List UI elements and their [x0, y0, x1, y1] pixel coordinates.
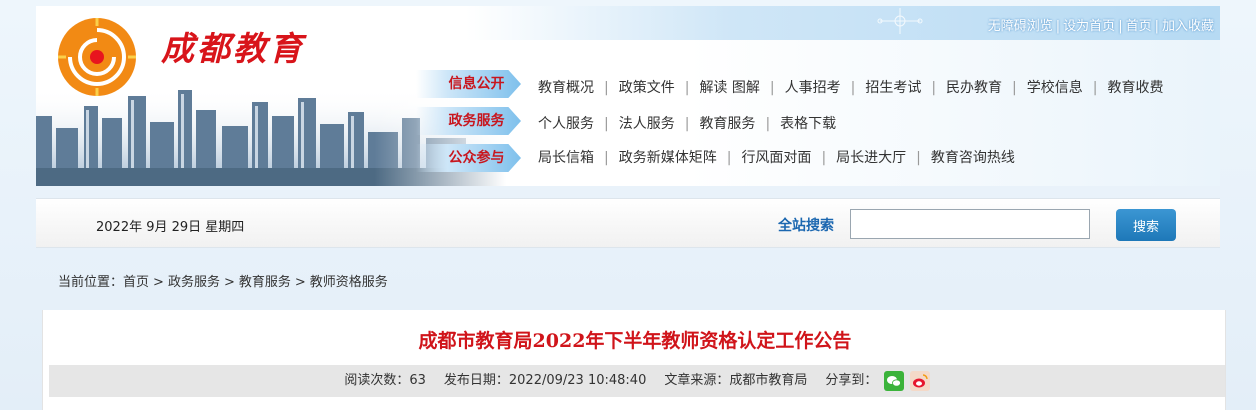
- article-source: 文章来源：成都市教育局: [664, 373, 808, 388]
- breadcrumb: 当前位置：首页 > 政务服务 > 教育服务 > 教师资格服务: [58, 271, 388, 290]
- separator: |: [726, 150, 732, 166]
- article-container: 成都市教育局2022年下半年教师资格认定工作公告 阅读次数：63 发布日期：202…: [42, 310, 1226, 410]
- home-link[interactable]: 首页: [1126, 19, 1152, 34]
- top-links: 无障碍浏览 | 设为首页 | 首页 | 加入收藏: [988, 15, 1214, 34]
- publish-date: 发布日期：2022/09/23 10:48:40: [443, 373, 647, 388]
- nav-link[interactable]: 民办教育: [946, 80, 1002, 96]
- breadcrumb-education-service[interactable]: 教育服务: [239, 275, 291, 290]
- nav-link[interactable]: 表格下载: [780, 116, 836, 132]
- breadcrumb-home[interactable]: 首页: [123, 275, 149, 290]
- nav-link[interactable]: 局长进大厅: [836, 150, 906, 166]
- sun-logo-icon: [58, 18, 136, 96]
- separator: |: [916, 150, 921, 166]
- breadcrumb-teacher-qualification[interactable]: 教师资格服务: [310, 275, 388, 290]
- share-label: 分享到：: [825, 373, 878, 388]
- separator: |: [604, 150, 609, 166]
- decorative-pattern-icon: [877, 8, 923, 34]
- nav-link[interactable]: 教育概况: [538, 80, 594, 96]
- nav-link[interactable]: 个人服务: [538, 116, 594, 132]
- nav-tag-government-service[interactable]: 政务服务: [416, 107, 521, 135]
- site-logo-subtitle: 成都市教育局: [186, 76, 271, 91]
- separator: |: [604, 80, 609, 96]
- accessibility-link[interactable]: 无障碍浏览: [988, 19, 1053, 34]
- separator: |: [769, 80, 775, 96]
- nav-link[interactable]: 人事招考: [785, 80, 841, 96]
- wechat-share-icon[interactable]: [883, 370, 904, 391]
- breadcrumb-separator: >: [294, 275, 306, 290]
- nav-tag-label: 政务服务: [448, 113, 505, 129]
- set-homepage-link[interactable]: 设为首页: [1063, 19, 1115, 34]
- separator: |: [931, 80, 937, 96]
- breadcrumb-label: 当前位置：: [58, 275, 124, 290]
- nav-link[interactable]: 学校信息: [1027, 80, 1083, 96]
- site-logo-title[interactable]: 成都教育: [161, 22, 305, 70]
- nav-link[interactable]: 局长信箱: [538, 150, 594, 166]
- nav-row-info-disclosure: 教育概况 | 政策文件 | 解读 图解 | 人事招考 | 招生考试 | 民办教育 | 学校信息 | 教育收费: [538, 77, 1163, 97]
- nav-row-public-participation: 局长信箱 | 政务新媒体矩阵 | 行风面对面 | 局长进大厅 | 教育咨询热线: [538, 147, 1015, 167]
- nav-link[interactable]: 解读 图解: [699, 80, 759, 96]
- nav-link[interactable]: 招生考试: [865, 80, 921, 96]
- nav-tag-label: 公众参与: [448, 150, 505, 166]
- nav-link[interactable]: 政策文件: [619, 80, 675, 96]
- separator: |: [1012, 80, 1017, 96]
- nav-tag-info-disclosure[interactable]: 信息公开: [416, 70, 521, 98]
- site-header: 无障碍浏览 | 设为首页 | 首页 | 加入收藏 成都教育 成都市教育局 信息公…: [36, 6, 1220, 186]
- read-count: 阅读次数：63: [344, 373, 426, 388]
- nav-tag-public-participation[interactable]: 公众参与: [416, 144, 521, 172]
- nav-row-government-service: 个人服务 | 法人服务 | 教育服务 | 表格下载: [538, 113, 836, 133]
- separator: |: [765, 116, 771, 132]
- search-button[interactable]: 搜索: [1116, 209, 1176, 241]
- breadcrumb-separator: >: [223, 275, 235, 290]
- separator: |: [850, 80, 856, 96]
- separator: |: [604, 116, 609, 132]
- search-input[interactable]: [850, 209, 1090, 239]
- current-date: 2022年 9月 29日 星期四: [96, 220, 245, 235]
- separator: |: [1154, 19, 1159, 34]
- nav-link[interactable]: 法人服务: [619, 116, 675, 132]
- article-title: 成都市教育局2022年下半年教师资格认定工作公告: [418, 330, 852, 352]
- nav-link[interactable]: 教育服务: [699, 116, 755, 132]
- breadcrumb-government-service[interactable]: 政务服务: [168, 275, 220, 290]
- nav-link[interactable]: 政务新媒体矩阵: [619, 150, 717, 166]
- breadcrumb-separator: >: [153, 275, 164, 290]
- separator: |: [1118, 19, 1123, 34]
- add-favorite-link[interactable]: 加入收藏: [1162, 19, 1214, 34]
- article-meta-bar: 阅读次数：63 发布日期：2022/09/23 10:48:40 文章来源：成都市教…: [49, 365, 1225, 397]
- separator: |: [1092, 80, 1098, 96]
- separator: |: [684, 80, 690, 96]
- page: 无障碍浏览 | 设为首页 | 首页 | 加入收藏 成都教育 成都市教育局 信息公…: [0, 0, 1256, 410]
- nav-link[interactable]: 教育咨询热线: [931, 150, 1015, 166]
- nav-link[interactable]: 行风面对面: [741, 150, 811, 166]
- site-search-label: 全站搜索: [778, 218, 834, 234]
- separator: |: [684, 116, 690, 132]
- separator: |: [821, 150, 827, 166]
- weibo-share-icon[interactable]: [909, 370, 930, 391]
- nav-tag-label: 信息公开: [448, 76, 505, 92]
- separator: |: [1055, 19, 1061, 34]
- search-toolbar: 2022年 9月 29日 星期四 全站搜索 搜索: [36, 198, 1220, 248]
- nav-link[interactable]: 教育收费: [1107, 80, 1163, 96]
